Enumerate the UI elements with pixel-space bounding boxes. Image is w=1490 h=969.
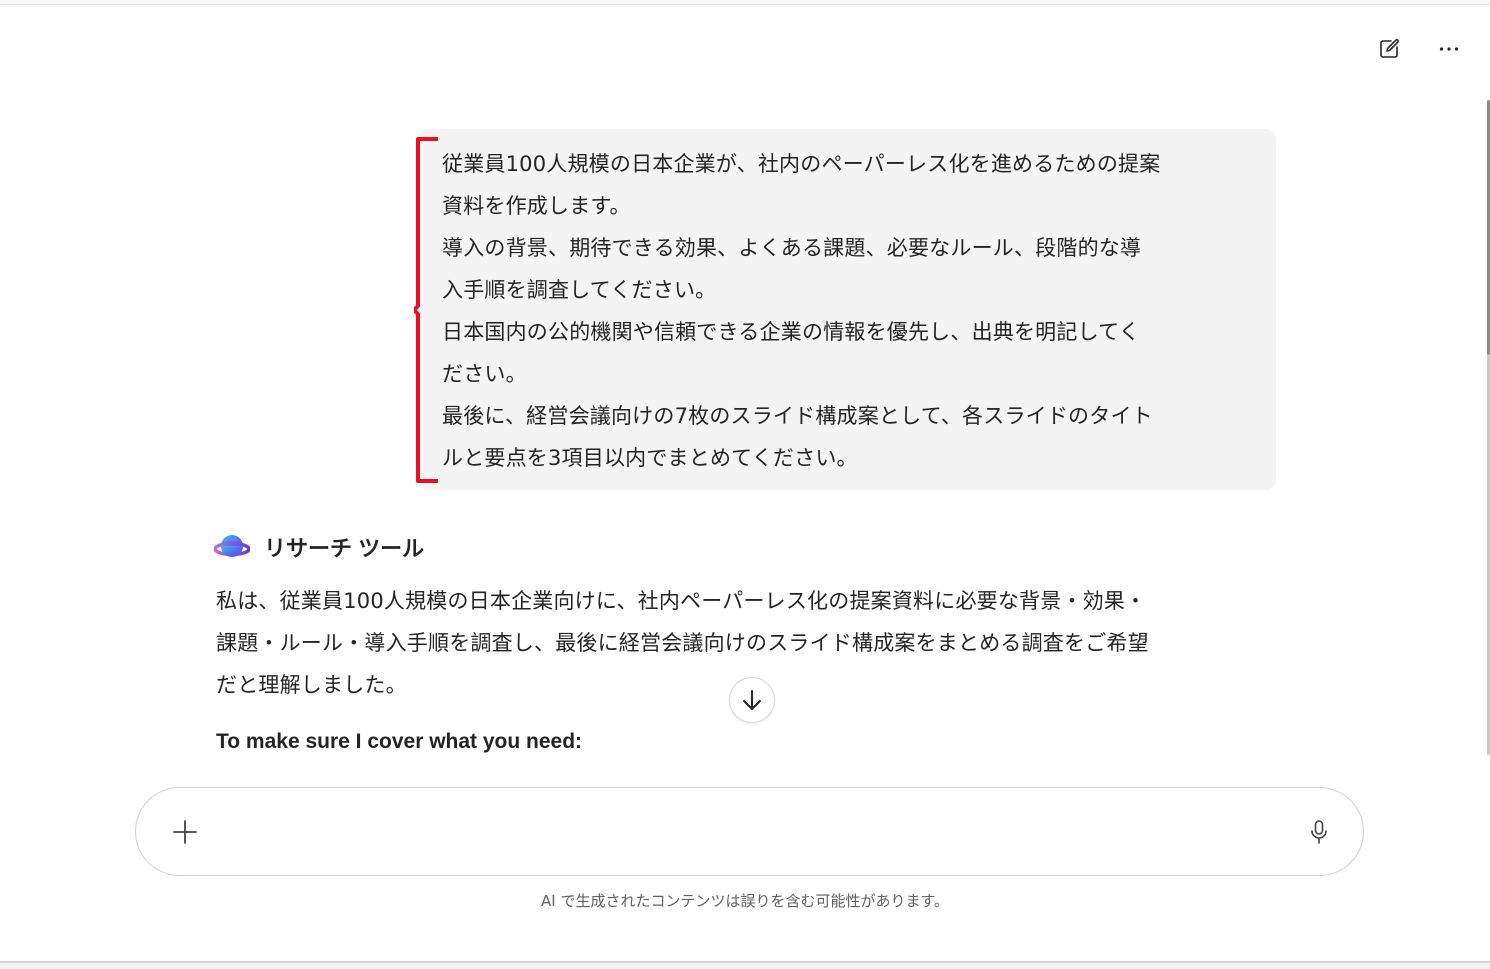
more-horizontal-icon — [1439, 47, 1459, 51]
user-message-line: 資料を作成します。 — [442, 194, 631, 218]
arrow-down-icon — [743, 690, 761, 710]
user-message-line: 入手順を調査してください。 — [442, 278, 717, 302]
agent-response-line: 課題・ルール・導入手順を調査し、最後に経営会議向けのスライド構成案をまとめる調査… — [216, 631, 1149, 655]
add-attachment-button[interactable] — [168, 815, 202, 849]
agent-subheading: To make sure I cover what you need: — [216, 730, 583, 753]
more-options-button[interactable] — [1431, 31, 1467, 67]
compose-icon — [1380, 39, 1399, 58]
voice-input-button[interactable] — [1302, 815, 1336, 849]
message-input[interactable] — [226, 808, 1280, 858]
user-message-bubble: 従業員100人規模の日本企業が、社内のペーパーレス化を進めるための提案 資料を作… — [414, 129, 1276, 490]
user-message-line: 従業員100人規模の日本企業が、社内のペーパーレス化を進めるための提案 — [442, 152, 1161, 176]
user-message-line: 日本国内の公的機関や信頼できる企業の情報を優先し、出典を明記してく — [442, 320, 1140, 344]
agent-response-line: 私は、従業員100人規模の日本企業向けに、社内ペーパーレス化の提案資料に必要な背… — [216, 589, 1147, 613]
message-composer — [135, 787, 1364, 876]
user-message-line: 最後に、経営会議向けの7枚のスライド構成案として、各スライドのタイト — [442, 404, 1153, 428]
user-message-line: ださい。 — [442, 362, 527, 386]
scroll-to-bottom-button[interactable] — [729, 677, 775, 723]
new-chat-button[interactable] — [1371, 31, 1407, 67]
agent-header: リサーチ ツール — [214, 530, 424, 564]
user-message-line: 導入の背景、期待できる効果、よくある課題、必要なルール、段階的な導 — [442, 236, 1142, 260]
window-bottom-border — [0, 961, 1490, 969]
plus-icon — [173, 820, 197, 844]
user-message-line: ルと要点を3項目以内でまとめてください。 — [442, 446, 858, 470]
research-tool-icon — [214, 535, 250, 557]
highlight-bracket — [414, 137, 438, 483]
microphone-icon — [1311, 820, 1327, 844]
window-top-border — [0, 0, 1490, 5]
ai-disclaimer: AI で生成されたコンテンツは誤りを含む可能性があります。 — [541, 892, 949, 910]
agent-name: リサーチ ツール — [264, 536, 425, 561]
